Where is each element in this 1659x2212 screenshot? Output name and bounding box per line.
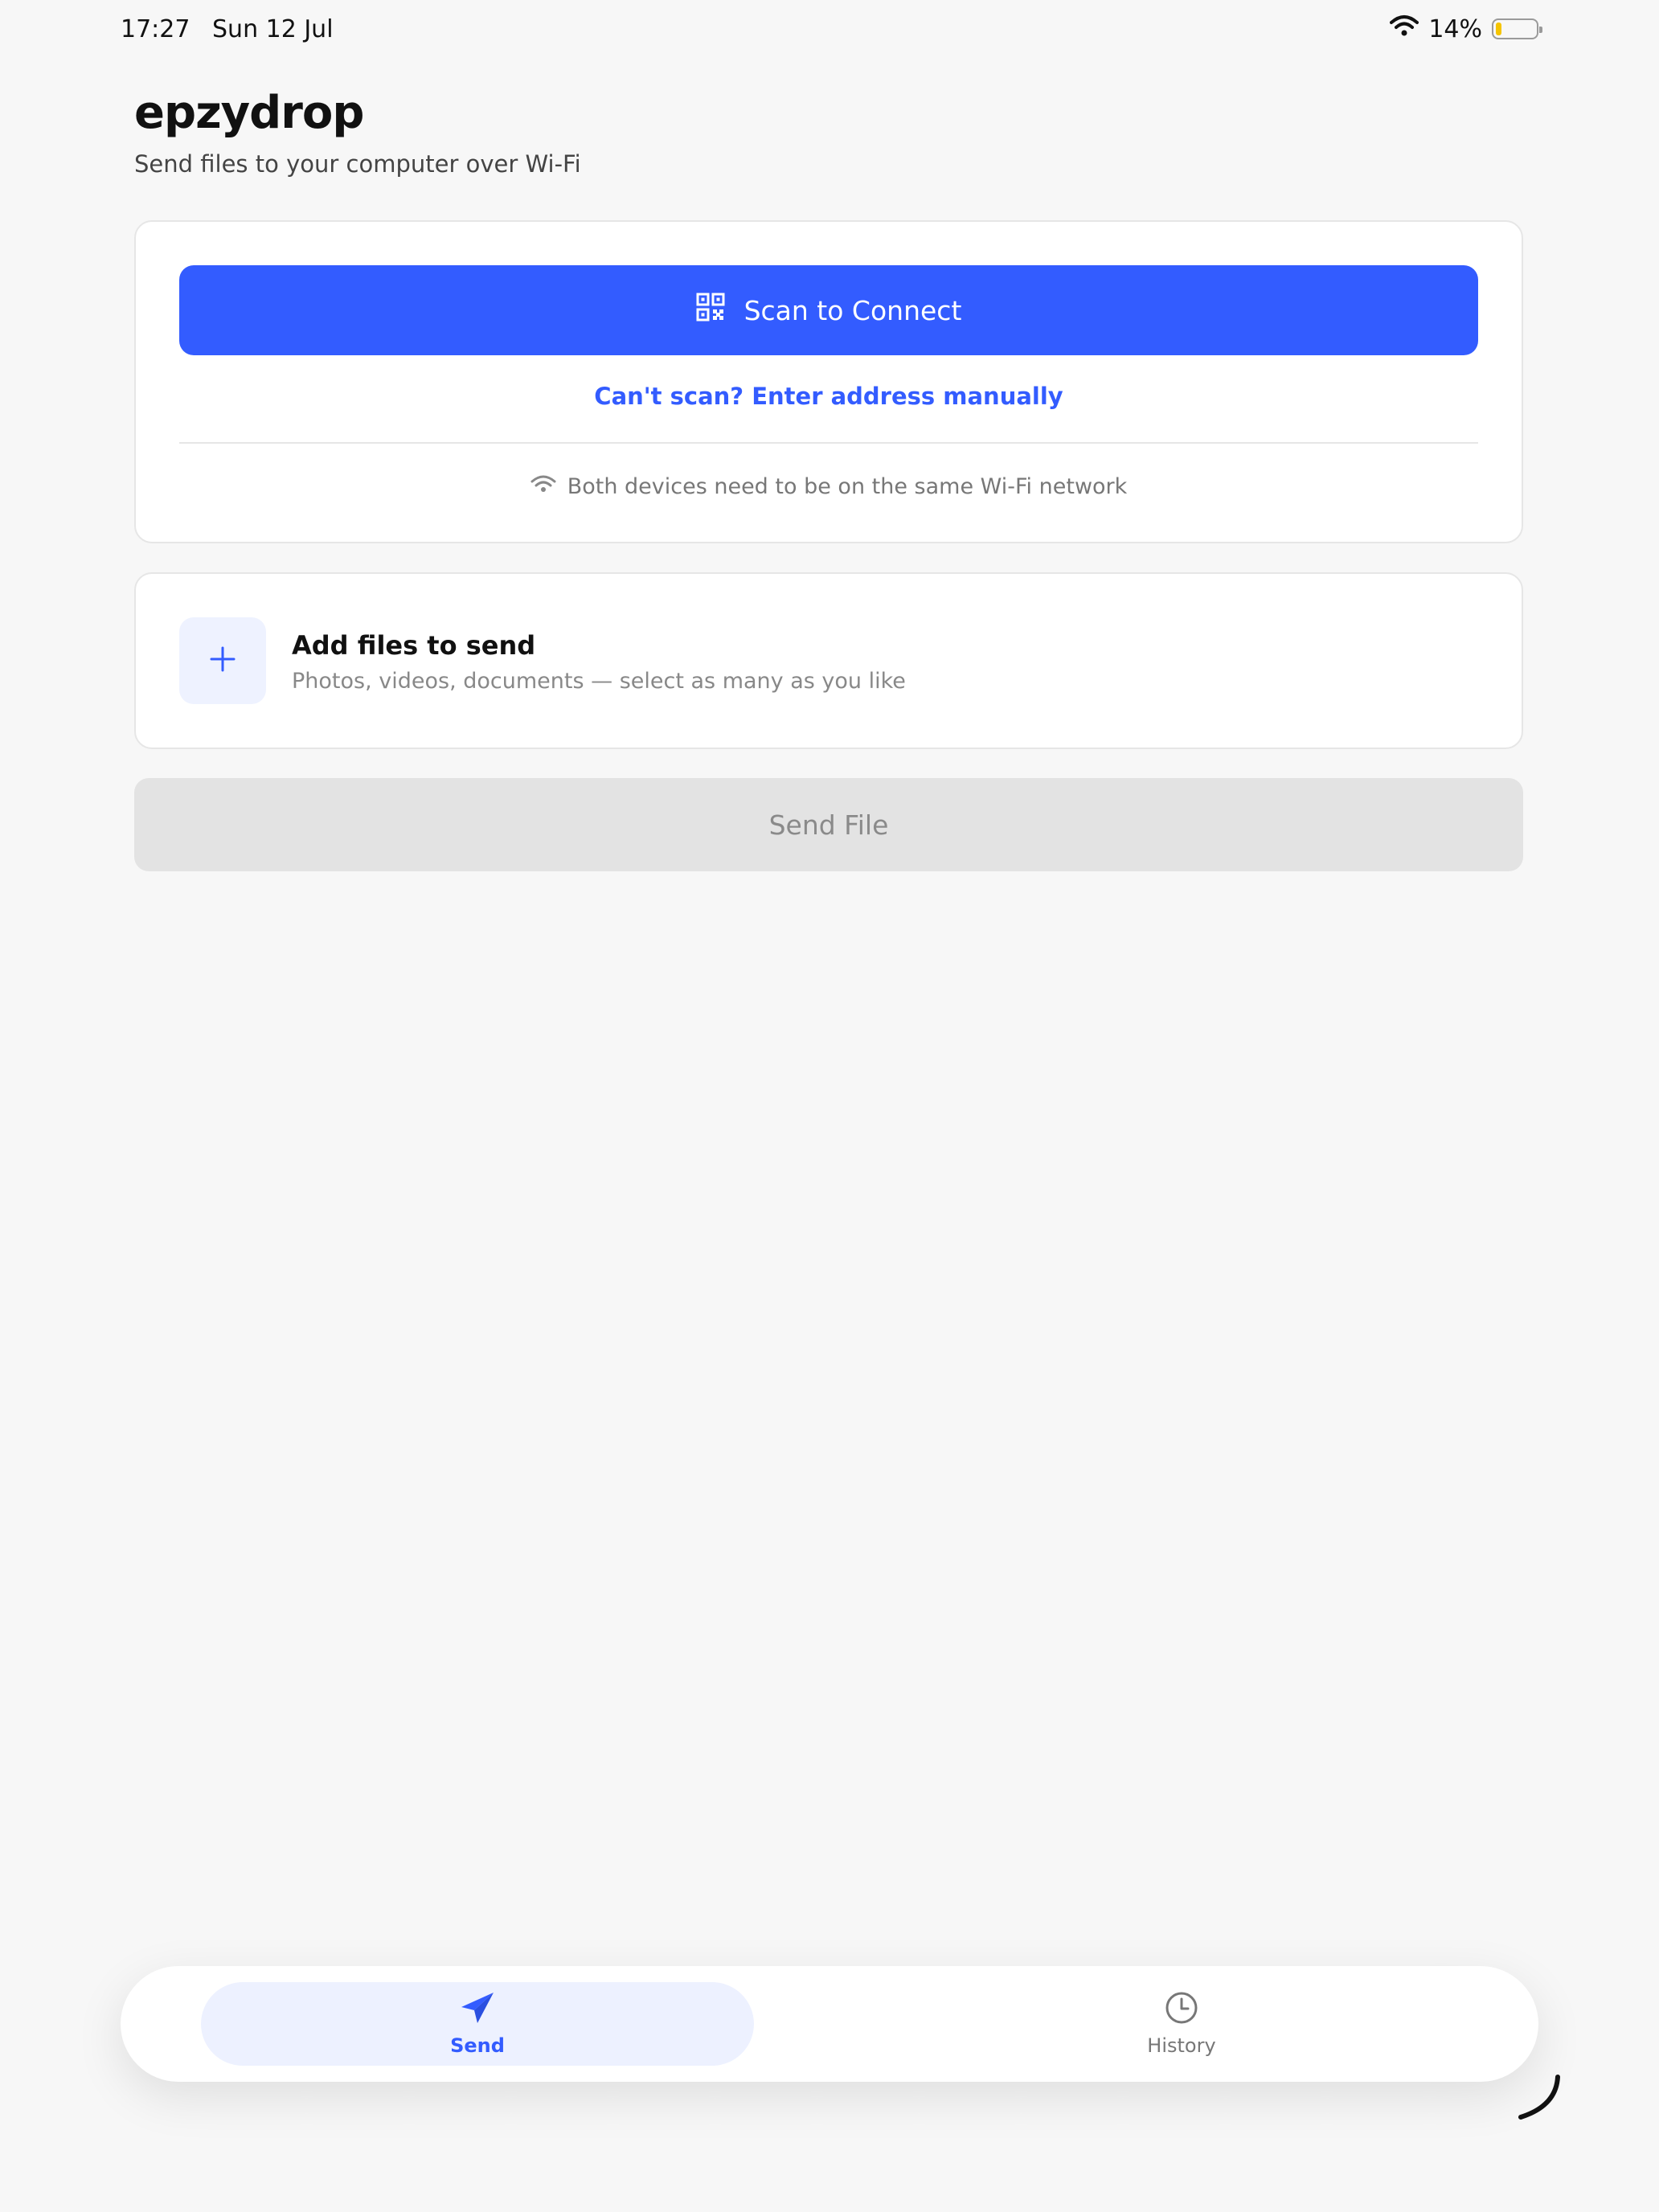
add-files-texts: Add files to send Photos, videos, docume… bbox=[292, 630, 906, 694]
add-files-title: Add files to send bbox=[292, 630, 536, 661]
tab-history[interactable]: History bbox=[905, 1982, 1458, 2066]
scan-to-connect-button[interactable]: Scan to Connect bbox=[179, 265, 1478, 355]
wifi-note-text: Both devices need to be on the same Wi-F… bbox=[567, 474, 1128, 499]
battery-icon bbox=[1492, 18, 1542, 39]
add-files-description: Photos, videos, documents — select as ma… bbox=[292, 669, 906, 694]
scan-button-label: Scan to Connect bbox=[743, 294, 962, 326]
divider bbox=[179, 442, 1478, 444]
tab-bar: Send History bbox=[121, 1966, 1538, 2082]
status-left: 17:27 Sun 12 Jul bbox=[121, 15, 348, 43]
tab-send[interactable]: Send bbox=[201, 1982, 754, 2066]
app-title: epzydrop bbox=[134, 87, 364, 139]
qr-code-icon bbox=[696, 293, 725, 328]
app-subtitle: Send files to your computer over Wi-Fi bbox=[134, 150, 581, 178]
wifi-note: Both devices need to be on the same Wi-F… bbox=[136, 474, 1522, 499]
corner-arc bbox=[1518, 2075, 1560, 2120]
status-right: 14% bbox=[1390, 14, 1542, 43]
wifi-icon bbox=[530, 474, 556, 499]
wifi-icon bbox=[1390, 14, 1419, 43]
status-date: Sun 12 Jul bbox=[212, 14, 334, 43]
connect-card: Scan to Connect Can't scan? Enter addres… bbox=[134, 220, 1523, 543]
tab-history-label: History bbox=[1147, 2034, 1216, 2057]
status-bar: 17:27 Sun 12 Jul 14% bbox=[121, 13, 1542, 45]
enter-address-manually-link[interactable]: Can't scan? Enter address manually bbox=[136, 383, 1522, 410]
header: epzydrop Send files to your computer ove… bbox=[134, 87, 581, 178]
add-files-card[interactable]: Add files to send Photos, videos, docume… bbox=[134, 572, 1523, 749]
send-icon bbox=[458, 1991, 497, 2030]
plus-icon bbox=[208, 645, 237, 677]
add-files-icon-box[interactable] bbox=[179, 617, 266, 704]
tab-send-label: Send bbox=[450, 2034, 505, 2057]
clock-icon bbox=[1165, 1991, 1198, 2030]
status-time: 17:27 bbox=[121, 14, 190, 43]
battery-level bbox=[1496, 23, 1501, 35]
battery-percent: 14% bbox=[1428, 14, 1482, 43]
send-file-button[interactable]: Send File bbox=[134, 778, 1523, 871]
